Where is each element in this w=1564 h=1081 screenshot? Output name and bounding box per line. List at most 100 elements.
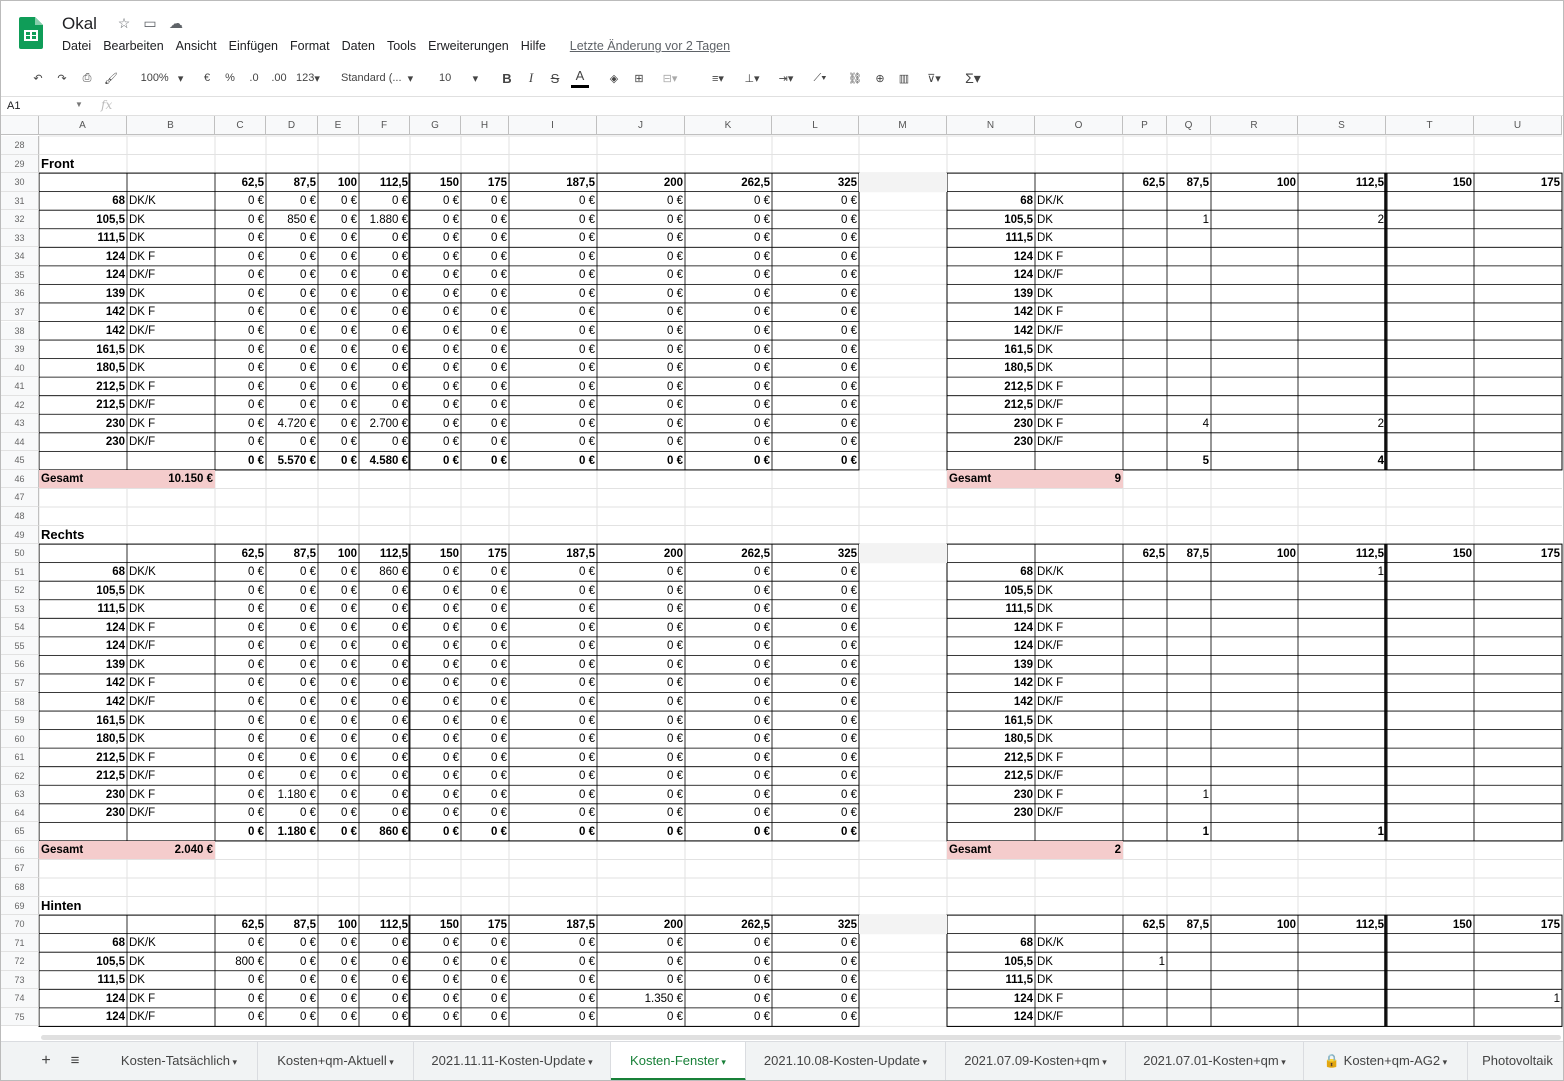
cost-cell[interactable]: 0 € (359, 786, 410, 804)
count-cell[interactable]: 1 (1298, 563, 1386, 581)
cost-cell[interactable]: 0 € (772, 953, 859, 971)
cost-cell[interactable]: 0 € (318, 730, 359, 748)
cost-cell[interactable]: 0 € (461, 953, 509, 971)
print-icon[interactable]: ⎙ (78, 64, 96, 92)
cost-cell[interactable]: 0 € (461, 563, 509, 581)
cost-cell[interactable]: 0 € (509, 786, 597, 804)
cost-cell[interactable]: 0 € (685, 248, 772, 266)
row-header[interactable]: 60 (1, 729, 39, 749)
cost-cell[interactable]: 0 € (359, 192, 410, 210)
cost-cell[interactable]: 0 € (597, 192, 685, 210)
right-height-label[interactable]: 230 (947, 433, 1035, 451)
font-size-select[interactable]: 10 ▾ (439, 64, 485, 92)
type-label[interactable]: DK F (127, 749, 215, 767)
row-header[interactable]: 49 (1, 525, 39, 545)
right-type-label[interactable]: DK (1035, 582, 1123, 600)
cost-cell[interactable]: 0 € (410, 192, 461, 210)
height-label[interactable]: 212,5 (39, 749, 127, 767)
type-label[interactable]: DK (127, 229, 215, 247)
cost-cell[interactable]: 0 € (509, 990, 597, 1008)
row-header[interactable]: 62 (1, 766, 39, 786)
cost-cell[interactable]: 0 € (461, 693, 509, 711)
total-cell[interactable]: 0 € (772, 823, 859, 841)
cost-cell[interactable]: 0 € (685, 749, 772, 767)
cost-cell[interactable]: 0 € (215, 211, 266, 229)
right-type-label[interactable]: DK (1035, 600, 1123, 618)
chevron-down-icon[interactable]: ▾ (1279, 1057, 1286, 1067)
row-header[interactable]: 37 (1, 302, 39, 322)
right-type-label[interactable]: DK/F (1035, 322, 1123, 340)
cost-cell[interactable]: 0 € (772, 303, 859, 321)
cost-cell[interactable]: 0 € (215, 656, 266, 674)
height-label[interactable]: 124 (39, 637, 127, 655)
cloud-status-icon[interactable]: ☁ (167, 15, 185, 32)
height-label[interactable]: 68 (39, 563, 127, 581)
cost-cell[interactable]: 0 € (772, 674, 859, 692)
cost-cell[interactable]: 0 € (461, 1008, 509, 1026)
count-cell[interactable]: 1 (1123, 953, 1167, 971)
cost-cell[interactable]: 0 € (597, 378, 685, 396)
cost-cell[interactable]: 0 € (509, 1008, 597, 1026)
chevron-down-icon[interactable]: ▾ (1440, 1057, 1448, 1067)
cost-cell[interactable]: 0 € (318, 415, 359, 433)
cost-cell[interactable]: 0 € (318, 303, 359, 321)
cost-cell[interactable]: 800 € (215, 953, 266, 971)
size-header[interactable]: 187,5 (509, 916, 597, 934)
height-label[interactable]: 161,5 (39, 712, 127, 730)
cost-cell[interactable]: 0 € (359, 322, 410, 340)
right-type-label[interactable]: DK F (1035, 990, 1123, 1008)
cost-cell[interactable]: 0 € (215, 1008, 266, 1026)
height-label[interactable]: 111,5 (39, 971, 127, 989)
increase-decimals-button[interactable]: .00 (268, 64, 290, 92)
cost-cell[interactable]: 0 € (359, 990, 410, 1008)
right-size-header[interactable]: 175 (1474, 174, 1562, 192)
right-size-header[interactable]: 175 (1474, 916, 1562, 934)
undo-icon[interactable]: ↶ (29, 64, 47, 92)
cost-cell[interactable]: 0 € (509, 730, 597, 748)
right-size-header[interactable]: 87,5 (1167, 545, 1211, 563)
row-header[interactable]: 41 (1, 377, 39, 396)
row-header[interactable]: 57 (1, 673, 39, 693)
cost-cell[interactable]: 0 € (359, 582, 410, 600)
cost-cell[interactable]: 0 € (266, 433, 318, 451)
right-height-label[interactable]: 111,5 (947, 600, 1035, 618)
right-type-label[interactable]: DK (1035, 712, 1123, 730)
cost-cell[interactable]: 0 € (509, 303, 597, 321)
cost-cell[interactable]: 0 € (359, 1008, 410, 1026)
right-height-label[interactable]: 161,5 (947, 712, 1035, 730)
gesamt-label[interactable]: Gesamt (39, 841, 127, 859)
row-header[interactable]: 29 (1, 154, 39, 174)
cost-cell[interactable]: 0 € (359, 359, 410, 377)
row-header[interactable]: 46 (1, 469, 39, 489)
cost-cell[interactable]: 0 € (318, 990, 359, 1008)
right-height-label[interactable]: 142 (947, 303, 1035, 321)
type-label[interactable]: DK/K (127, 934, 215, 952)
cost-cell[interactable]: 0 € (266, 693, 318, 711)
type-label[interactable]: DK/F (127, 396, 215, 414)
size-header[interactable]: 325 (772, 174, 859, 192)
size-header[interactable]: 175 (461, 174, 509, 192)
cost-cell[interactable]: 0 € (597, 600, 685, 618)
cost-cell[interactable]: 0 € (597, 786, 685, 804)
cost-cell[interactable]: 0 € (410, 415, 461, 433)
cost-cell[interactable]: 0 € (461, 637, 509, 655)
count-cell[interactable]: 1 (1167, 786, 1211, 804)
document-title[interactable]: Okal (62, 14, 97, 34)
size-header[interactable]: 112,5 (359, 174, 410, 192)
right-type-label[interactable]: DK (1035, 211, 1123, 229)
cost-cell[interactable]: 0 € (266, 1008, 318, 1026)
size-header[interactable]: 150 (410, 916, 461, 934)
cost-cell[interactable]: 0 € (318, 786, 359, 804)
right-size-header[interactable]: 150 (1386, 545, 1474, 563)
cost-cell[interactable]: 860 € (359, 563, 410, 581)
row-header[interactable]: 51 (1, 562, 39, 582)
borders-icon[interactable]: ⊞ (630, 64, 648, 92)
size-header[interactable]: 62,5 (215, 174, 266, 192)
right-type-label[interactable]: DK F (1035, 378, 1123, 396)
cost-cell[interactable]: 0 € (410, 266, 461, 284)
insert-comment-icon[interactable]: ⊕ (871, 64, 889, 92)
row-header[interactable]: 30 (1, 173, 39, 192)
height-label[interactable]: 212,5 (39, 378, 127, 396)
cost-cell[interactable]: 0 € (410, 934, 461, 952)
row-header[interactable]: 67 (1, 859, 39, 878)
